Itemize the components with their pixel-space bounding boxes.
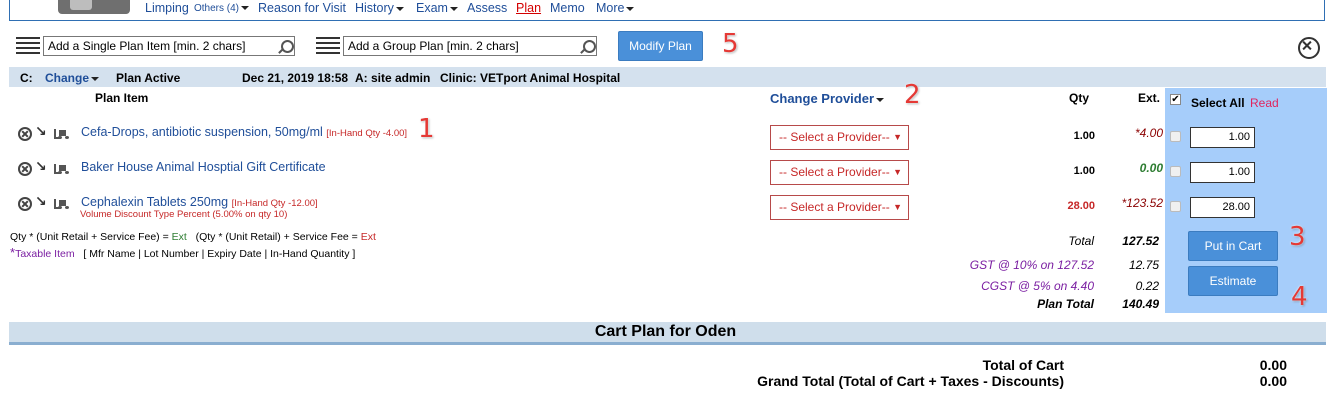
nav-memo[interactable]: Memo (550, 1, 585, 15)
close-icon[interactable] (1298, 37, 1320, 59)
gst-label: GST @ 10% on 127.52 (969, 258, 1094, 272)
plan-item-name[interactable]: Baker House Animal Hosptial Gift Certifi… (81, 160, 326, 174)
qty-input[interactable]: 28.00 (1190, 197, 1255, 218)
qty-value: 1.00 (1073, 130, 1095, 142)
plan-admin: A: site admin (355, 71, 431, 85)
row-checkbox[interactable] (1170, 131, 1181, 142)
plan-total-value: 140.49 (1122, 297, 1159, 311)
forklift-icon[interactable] (54, 197, 70, 209)
list-icon[interactable] (16, 37, 40, 55)
cgst-label: CGST @ 5% on 4.40 (981, 279, 1094, 293)
row-checkbox[interactable] (1170, 201, 1181, 212)
remove-item-icon[interactable] (18, 127, 32, 141)
nav-limping[interactable]: Limping (145, 1, 189, 15)
plan-info-bar (9, 67, 1326, 87)
annotation-marker-3: 3 (1289, 222, 1306, 252)
nav-more[interactable]: More (596, 1, 635, 15)
move-arrow-icon[interactable]: ↘ (35, 159, 47, 175)
gst-value: 12.75 (1128, 258, 1159, 272)
annotation-marker-2: 2 (904, 80, 921, 110)
chevron-down-icon (91, 76, 100, 81)
qty-input[interactable]: 1.00 (1190, 162, 1255, 183)
taxable-legend: *Taxable Item [ Mfr Name | Lot Number | … (10, 245, 356, 260)
provider-select[interactable]: -- Select a Provider-- ▼ (770, 125, 909, 150)
qty-input[interactable]: 1.00 (1190, 127, 1255, 148)
provider-select[interactable]: -- Select a Provider-- ▼ (770, 195, 909, 220)
row-checkbox[interactable] (1170, 166, 1181, 177)
chevron-down-icon (449, 6, 458, 11)
cgst-value: 0.22 (1135, 279, 1159, 293)
move-arrow-icon[interactable]: ↘ (35, 194, 47, 210)
forklift-icon[interactable] (54, 127, 70, 139)
dropdown-arrow-icon: ▼ (893, 202, 902, 212)
provider-select[interactable]: -- Select a Provider-- ▼ (770, 160, 909, 185)
nav-history[interactable]: History (355, 1, 404, 15)
ext-header: Ext. (1138, 91, 1161, 105)
remove-item-icon[interactable] (18, 162, 32, 176)
estimate-button[interactable]: Estimate (1188, 266, 1278, 296)
ext-value: 0.00 (1139, 161, 1163, 175)
change-dropdown[interactable]: Change (45, 71, 100, 85)
put-in-cart-button[interactable]: Put in Cart (1188, 231, 1278, 261)
patient-photo[interactable] (58, 0, 130, 14)
qty-value: 1.00 (1073, 165, 1095, 177)
modify-plan-button[interactable]: Modify Plan (618, 31, 703, 61)
remove-item-icon[interactable] (18, 197, 32, 211)
plan-item-name[interactable]: Cefa-Drops, antibiotic suspension, 50mg/… (81, 125, 407, 139)
search-icon[interactable] (583, 40, 596, 53)
plan-item-name[interactable]: Cephalexin Tablets 250mg [In-Hand Qty -1… (81, 195, 318, 209)
annotation-marker-1: 1 (418, 114, 435, 144)
list-icon[interactable] (316, 37, 340, 55)
nav-plan[interactable]: Plan (516, 1, 541, 15)
cart-title: Cart Plan for Oden (594, 323, 737, 340)
ext-value: *4.00 (1134, 126, 1163, 140)
c-label: C: (20, 71, 33, 85)
nav-reason-for-visit[interactable]: Reason for Visit (258, 1, 346, 15)
plan-item-header: Plan Item (95, 91, 149, 105)
move-arrow-icon[interactable]: ↘ (35, 124, 47, 140)
cart-total-label: Total of Cart (982, 357, 1064, 373)
group-plan-search-input[interactable] (343, 36, 597, 56)
select-all-label: Select All (1191, 96, 1245, 110)
nav-exam[interactable]: Exam (416, 1, 458, 15)
chevron-down-icon (876, 97, 885, 102)
plan-total-label: Plan Total (1037, 297, 1094, 311)
read-link[interactable]: Read (1250, 96, 1279, 110)
formula-legend: Qty * (Unit Retail + Service Fee) = Ext … (10, 231, 376, 243)
nav-assess[interactable]: Assess (467, 1, 507, 15)
ext-value: *123.52 (1121, 196, 1163, 210)
chevron-down-icon (395, 6, 404, 11)
total-label: Total (1068, 234, 1094, 248)
chevron-down-icon (241, 6, 250, 11)
chevron-down-icon (626, 6, 635, 11)
plan-status: Plan Active (116, 71, 181, 85)
cart-total-value: 0.00 (1259, 357, 1287, 373)
nav-others[interactable]: Others (4) (194, 3, 250, 14)
grand-total-label: Grand Total (Total of Cart + Taxes - Dis… (757, 373, 1064, 389)
qty-header: Qty (1069, 91, 1090, 105)
dropdown-arrow-icon: ▼ (893, 167, 902, 177)
select-all-checkbox[interactable]: ✔ (1170, 94, 1181, 105)
forklift-icon[interactable] (54, 162, 70, 174)
plan-datetime: Dec 21, 2019 18:58 (242, 71, 349, 85)
annotation-marker-4: 4 (1291, 282, 1308, 312)
annotation-marker-5: 5 (722, 29, 739, 59)
search-icon[interactable] (281, 40, 294, 53)
single-plan-search-input[interactable] (43, 36, 295, 56)
dropdown-arrow-icon: ▼ (893, 132, 902, 142)
change-provider-dropdown[interactable]: Change Provider (770, 91, 885, 106)
qty-value: 28.00 (1067, 200, 1095, 212)
total-value: 127.52 (1122, 234, 1159, 248)
discount-note: Volume Discount Type Percent (5.00% on q… (80, 209, 288, 220)
grand-total-value: 0.00 (1259, 373, 1287, 389)
plan-clinic: Clinic: VETport Animal Hospital (440, 71, 621, 85)
